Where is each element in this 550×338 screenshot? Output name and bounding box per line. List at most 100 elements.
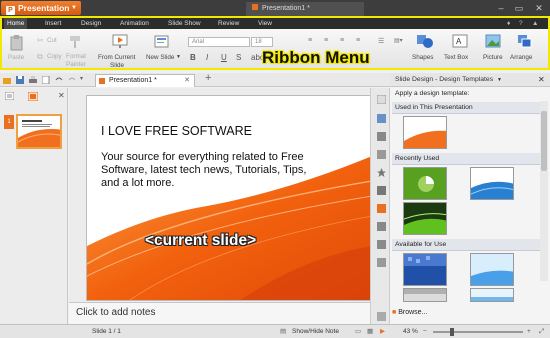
task-pane-title: Slide Design - Design Templates (395, 76, 494, 83)
help-icon[interactable]: ? (519, 18, 523, 29)
text-direction-icon[interactable]: ▤▾ (394, 37, 403, 44)
menu-view[interactable]: View (258, 18, 272, 29)
zoom-slider[interactable] (433, 328, 523, 336)
customize-toolbar-icon[interactable]: ▾ (80, 75, 83, 82)
sorter-view-icon[interactable]: ▦ (367, 325, 373, 338)
fit-window-icon[interactable]: ⤢ (539, 325, 544, 338)
pane-dropdown-icon[interactable]: ▼ (497, 73, 502, 87)
template-blue-pixel-preview (404, 254, 446, 285)
task-pane-scrollbar[interactable] (540, 101, 548, 281)
copy-button[interactable]: ⧉ Copy (37, 52, 62, 62)
menu-insert[interactable]: Insert (45, 18, 61, 29)
bold-icon[interactable]: B (190, 53, 196, 62)
document-icon (252, 4, 258, 10)
outline-tab-icon[interactable] (5, 92, 14, 100)
transition-icon[interactable] (377, 186, 386, 195)
new-slide-button[interactable] (154, 34, 170, 51)
format-painter-button[interactable] (68, 35, 82, 51)
template-gray[interactable] (403, 288, 447, 302)
slide-design-icon[interactable] (377, 204, 386, 213)
pane-scroll-up-icon[interactable] (377, 95, 386, 104)
slide-body-text[interactable]: Your source for everything related to Fr… (101, 151, 326, 190)
justify-icon[interactable]: ≡ (356, 37, 360, 44)
align-right-icon[interactable]: ≡ (340, 37, 344, 44)
template-green-chart[interactable] (403, 167, 447, 200)
close-icon[interactable]: ✕ (532, 1, 546, 15)
font-size-select[interactable]: 18 (251, 37, 273, 47)
layout-icon[interactable] (377, 222, 386, 231)
shadow-icon[interactable]: S (236, 53, 241, 62)
save-icon[interactable] (16, 76, 24, 84)
notes-toggle-icon[interactable]: ▤ (280, 325, 286, 338)
template-blue-pixel[interactable] (403, 253, 447, 286)
menu-home[interactable]: Home (4, 18, 28, 29)
current-slide-callout: <current slide> (145, 232, 257, 249)
print-preview-icon[interactable] (42, 76, 50, 84)
skin-icon[interactable]: ♦ (507, 18, 510, 29)
backup-icon[interactable] (377, 258, 386, 267)
notes-icon[interactable] (377, 132, 386, 141)
open-folder-icon[interactable] (3, 76, 11, 84)
menu-animation[interactable]: Animation (120, 18, 149, 29)
copy-label: Copy (47, 53, 62, 60)
cut-button[interactable]: ✂ Cut (37, 36, 57, 45)
slide-thumbnail[interactable] (16, 114, 62, 149)
align-center-icon[interactable]: ≡ (324, 37, 328, 44)
zoom-out-icon[interactable]: − (423, 325, 427, 338)
task-pane-sidebar (370, 88, 390, 324)
close-panel-icon[interactable]: ✕ (58, 91, 65, 100)
print-icon[interactable] (29, 76, 37, 84)
document-title-tab[interactable]: Presentation1 * (246, 2, 364, 16)
italic-icon[interactable]: I (206, 53, 208, 62)
clip-art-icon[interactable] (377, 114, 386, 123)
paste-icon (10, 35, 23, 51)
zoom-slider-thumb[interactable] (450, 328, 454, 336)
browse-button[interactable]: ■ Browse... (392, 309, 427, 316)
bullets-icon[interactable]: ☰ (378, 37, 384, 45)
maximize-icon[interactable]: ▭ (512, 1, 526, 15)
arrange-button[interactable] (517, 34, 533, 51)
notes-pane[interactable]: Click to add notes (69, 302, 381, 324)
picture-button[interactable] (485, 34, 501, 51)
font-name-select[interactable]: Arial (188, 37, 250, 47)
slide-title[interactable]: I LOVE FREE SOFTWARE (101, 124, 252, 138)
template-light-blue[interactable] (470, 288, 514, 302)
menu-slide-show[interactable]: Slide Show (168, 18, 201, 29)
new-tab-icon[interactable]: + (205, 72, 211, 84)
text-box-button[interactable]: A (452, 34, 468, 51)
align-left-icon[interactable]: ≡ (308, 37, 312, 44)
collapse-ribbon-icon[interactable]: ▲ (532, 18, 538, 29)
menu-review[interactable]: Review (218, 18, 239, 29)
template-blue-wave-preview (471, 168, 513, 199)
underline-icon[interactable]: U (221, 53, 227, 62)
settings-icon[interactable] (377, 312, 386, 321)
scrollbar-thumb[interactable] (541, 111, 547, 171)
template-green-wave[interactable] (403, 202, 447, 235)
minimize-icon[interactable]: – (494, 1, 508, 15)
new-slide-dropdown-icon[interactable]: ▼ (176, 54, 181, 60)
document-tab-label: Presentation1 * (109, 77, 157, 84)
from-current-slide-button[interactable] (112, 34, 128, 51)
slideshow-view-icon[interactable]: ▶ (380, 325, 385, 338)
template-blue-wave[interactable] (470, 167, 514, 200)
paste-button[interactable] (10, 35, 24, 53)
color-scheme-icon[interactable] (377, 240, 386, 249)
style-icon[interactable] (377, 150, 386, 159)
undo-icon[interactable] (55, 76, 63, 84)
template-sky-blue[interactable] (470, 253, 514, 286)
document-tab[interactable]: Presentation1 * ✕ (95, 74, 195, 87)
normal-view-icon[interactable]: ▭ (355, 325, 361, 338)
menu-design[interactable]: Design (81, 18, 101, 29)
picture-label: Picture (483, 54, 503, 61)
star-animation-icon[interactable] (377, 168, 386, 177)
close-tab-icon[interactable]: ✕ (184, 75, 190, 86)
shapes-button[interactable] (416, 34, 434, 51)
document-title: Presentation1 * (262, 5, 310, 12)
app-menu-button[interactable]: P Presentation ▼ (1, 1, 81, 15)
show-hide-notes-button[interactable]: Show/Hide Note (292, 325, 339, 338)
close-pane-icon[interactable]: ✕ (538, 73, 545, 87)
redo-icon[interactable] (68, 76, 76, 84)
zoom-in-icon[interactable]: + (527, 325, 531, 338)
slides-tab-icon[interactable] (28, 92, 38, 101)
template-current[interactable] (403, 116, 447, 149)
